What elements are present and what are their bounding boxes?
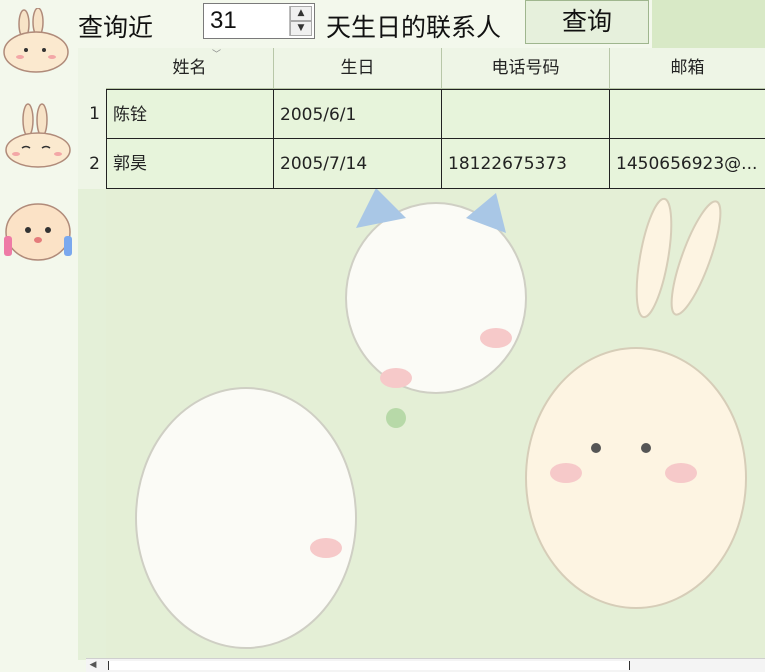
background-illustration	[106, 188, 765, 658]
query-suffix-label: 天生日的联系人	[326, 13, 502, 42]
horizontal-scrollbar[interactable]: ◀	[86, 658, 765, 672]
column-header-email[interactable]: 邮箱	[610, 48, 765, 88]
contacts-grid: 姓名 生日 电话号码 邮箱 ﹀ 1 陈铨 2005/6/1 2 郭昊 2005/…	[78, 48, 765, 660]
cell-email[interactable]	[610, 89, 765, 139]
days-stepper-value[interactable]: 31	[210, 7, 237, 35]
cell-email[interactable]: 1450656923@...	[610, 139, 765, 189]
days-stepper[interactable]: 31 ▲ ▼	[203, 3, 315, 39]
column-header-phone[interactable]: 电话号码	[442, 48, 610, 88]
table-row[interactable]: 1 陈铨 2005/6/1	[78, 89, 765, 139]
row-number: 1	[89, 104, 100, 124]
cell-phone[interactable]: 18122675373	[442, 139, 610, 189]
scrollbar-thumb[interactable]	[108, 661, 630, 670]
column-header-name[interactable]: 姓名	[106, 48, 274, 88]
chevron-down-icon[interactable]: ▼	[290, 21, 312, 36]
column-header-birthday[interactable]: 生日	[274, 48, 442, 88]
bunny-avatar-3	[4, 203, 72, 261]
cell-name[interactable]: 陈铨	[106, 89, 274, 139]
cell-name[interactable]: 郭昊	[106, 139, 274, 189]
cell-birthday[interactable]: 2005/6/1	[274, 89, 442, 139]
bunny-avatar-2	[5, 103, 71, 168]
table-header: 姓名 生日 电话号码 邮箱 ﹀	[106, 48, 765, 89]
corner-decoration	[652, 0, 765, 48]
scroll-left-icon[interactable]: ◀	[86, 659, 100, 672]
query-button[interactable]: 查询	[525, 0, 649, 44]
stepper-buttons: ▲ ▼	[289, 6, 312, 36]
table-row[interactable]: 2 郭昊 2005/7/14 18122675373 1450656923@..…	[78, 139, 765, 189]
avatar-strip	[0, 0, 78, 671]
cell-birthday[interactable]: 2005/7/14	[274, 139, 442, 189]
query-prefix-label: 查询近	[78, 13, 154, 42]
chevron-up-icon[interactable]: ▲	[290, 6, 312, 21]
cell-phone[interactable]	[442, 89, 610, 139]
row-number: 2	[89, 154, 100, 174]
sort-indicator-icon: ﹀	[212, 50, 222, 60]
query-toolbar: 查询近 31 ▲ ▼ 天生日的联系人 查询	[0, 0, 765, 48]
